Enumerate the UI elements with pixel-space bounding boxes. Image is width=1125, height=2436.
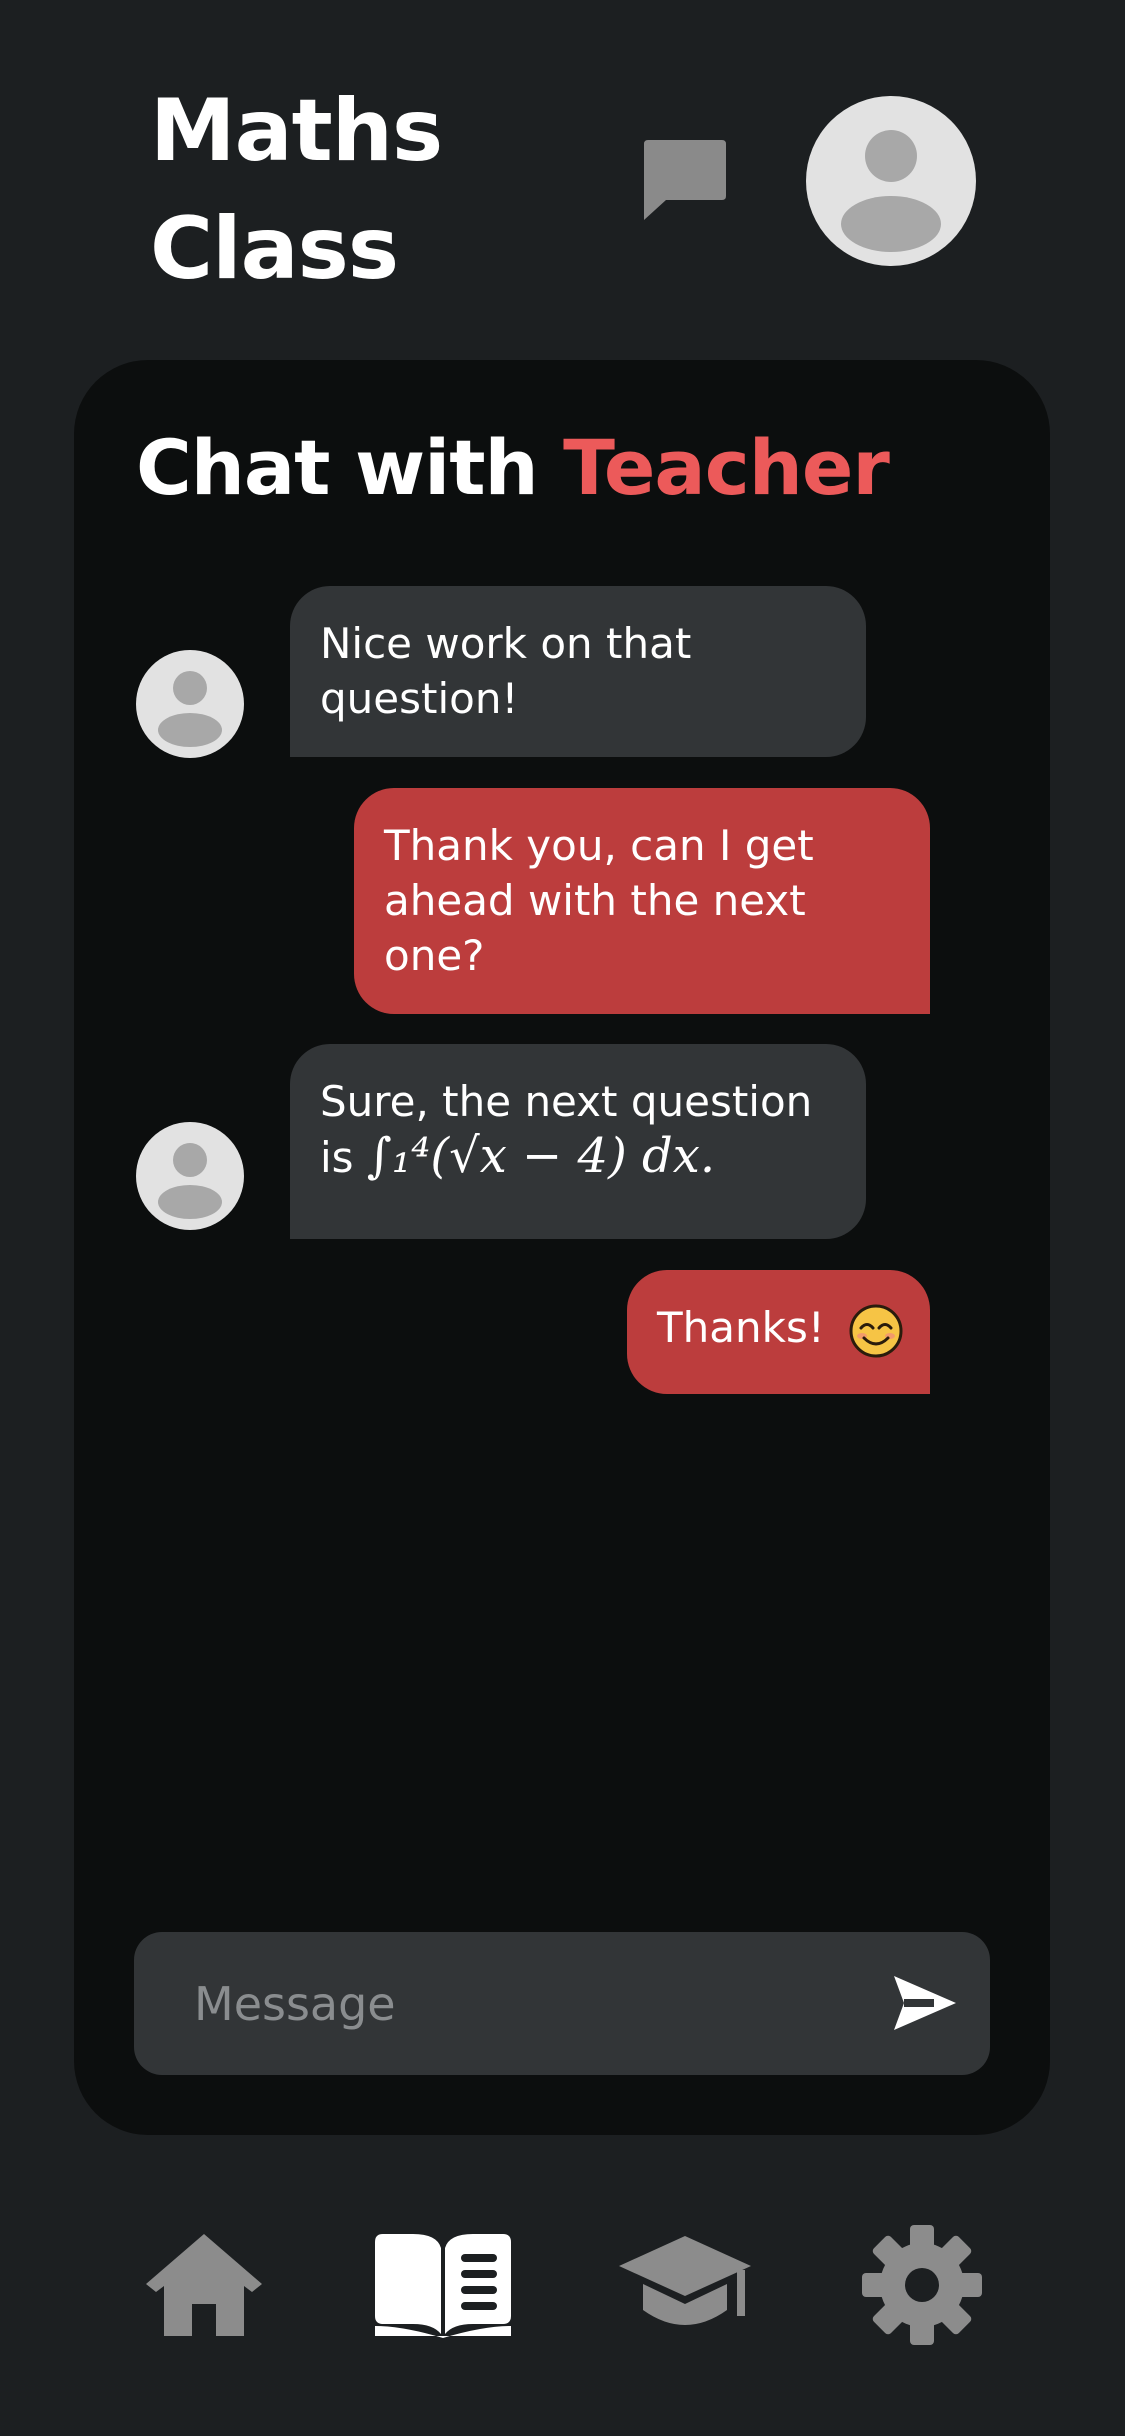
message-input[interactable] bbox=[134, 1932, 854, 2075]
gear-icon bbox=[862, 2225, 982, 2345]
message-bubble-incoming: Sure, the next question is ∫₁⁴(√x − 4) d… bbox=[290, 1044, 866, 1239]
teacher-avatar bbox=[136, 1122, 244, 1230]
message-text: Thank you, can I get ahead with the next… bbox=[384, 821, 814, 980]
home-icon bbox=[146, 2234, 262, 2336]
smiling-face-emoji bbox=[849, 1304, 903, 1357]
tab-settings[interactable] bbox=[852, 2210, 992, 2360]
send-button[interactable] bbox=[890, 1970, 960, 2036]
message-bubble-outgoing: Thanks! bbox=[627, 1270, 930, 1394]
tab-lessons[interactable] bbox=[373, 2210, 513, 2360]
math-expression: ∫₁⁴(√x − 4) dx. bbox=[366, 1128, 716, 1184]
chat-panel: Chat with Teacher Nice work on that ques… bbox=[74, 360, 1050, 2135]
message-text: Thanks! bbox=[657, 1303, 825, 1352]
user-avatar-icon bbox=[158, 671, 222, 747]
chat-heading-accent: Teacher bbox=[563, 423, 890, 512]
tab-courses[interactable] bbox=[615, 2210, 755, 2360]
send-icon bbox=[894, 1976, 956, 2030]
bottom-tab-bar bbox=[0, 2210, 1125, 2360]
message-bubble-outgoing: Thank you, can I get ahead with the next… bbox=[354, 788, 930, 1014]
graduation-cap-icon bbox=[619, 2236, 751, 2325]
chat-heading: Chat with Teacher bbox=[136, 418, 890, 518]
message-composer bbox=[134, 1932, 990, 2075]
user-avatar-icon bbox=[158, 1143, 222, 1219]
book-icon bbox=[375, 2234, 511, 2338]
tab-home[interactable] bbox=[134, 2210, 274, 2360]
message-bubble-incoming: Nice work on that question! bbox=[290, 586, 866, 757]
message-text: Nice work on that question! bbox=[320, 619, 692, 723]
chat-bubble-icon bbox=[644, 140, 726, 220]
chat-heading-prefix: Chat with bbox=[136, 423, 539, 512]
teacher-avatar bbox=[136, 650, 244, 758]
page-title: Maths Class bbox=[150, 81, 443, 299]
chat-button[interactable] bbox=[640, 136, 730, 226]
user-avatar-icon bbox=[841, 130, 941, 252]
avatar[interactable] bbox=[806, 96, 976, 266]
